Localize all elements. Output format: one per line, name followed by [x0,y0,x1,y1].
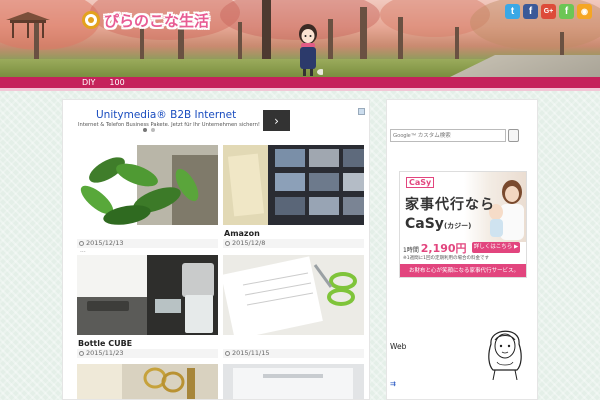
search-input[interactable] [390,129,506,142]
post-thumbnail[interactable] [221,255,364,340]
author-portrait-illustration [488,330,522,380]
casy-note: ※1週間に1回の定期利用の場合の料金です [403,256,489,261]
post-thumbnail[interactable] [223,145,364,225]
gazebo-illustration [6,12,50,38]
rss-icon[interactable]: ◉ [577,4,592,19]
post-title[interactable] [77,229,218,239]
ad-dot[interactable] [151,128,155,132]
twitter-icon[interactable]: t [505,4,520,19]
post-thumbnail[interactable] [223,364,364,400]
search-button[interactable] [508,129,519,142]
post-title[interactable] [223,339,364,349]
casy-headline: 家事代行なら [405,197,495,213]
casy-brand: CaSy(カジー) [405,216,471,232]
casy-brand-name: CaSy [405,216,444,232]
site-logo[interactable]: ぴらのこな生活 [78,8,217,32]
sidebar: CaSy 家事代行なら CaSy(カジー) 1時間 2,190円 詳しくはこちら… [386,99,538,400]
post-date-text: 2015/12/8 [232,239,266,247]
ad-title[interactable]: Unitymedia® B2B Internet [96,109,236,121]
site-header: ぴらのこな生活 t f G+ f ◉ [0,0,600,77]
ad-pagination [143,128,155,132]
social-links: t f G+ f ◉ [505,4,592,19]
site-title: ぴらのこな生活 [104,11,210,30]
nav-item-100[interactable]: 100 [109,78,124,87]
casy-ad-banner[interactable]: CaSy 家事代行なら CaSy(カジー) 1時間 2,190円 詳しくはこちら… [399,171,527,278]
post-card[interactable]: Bottle CUBE 2015/11/23 [77,255,218,358]
post-date: 2015/12/13 [77,239,218,248]
clock-icon [225,241,230,246]
logo-mark-icon [82,11,100,29]
ad-choices-icon[interactable] [358,108,365,115]
post-thumbnail[interactable] [77,364,218,400]
post-date-text: 2015/11/23 [86,349,124,357]
facebook-icon[interactable]: f [523,4,538,19]
ad-description: Internet & Telefon Business Pakete. Jetz… [78,122,260,128]
casy-price-prefix: 1時間 [403,247,419,254]
casy-brand-reading: (カジー) [443,222,472,230]
post-date: 2015/11/23 [77,349,218,358]
casy-details-button[interactable]: 詳しくはこちら ▶ [472,242,520,253]
clock-icon [225,351,230,356]
post-card[interactable]: Amazon 2015/12/8 [223,145,364,248]
nav-item-diy[interactable]: DIY [82,78,95,87]
post-date-text: 2015/11/15 [232,349,270,357]
post-title[interactable]: Bottle CUBE [77,339,218,349]
post-thumbnail[interactable] [77,255,218,335]
post-date: 2015/11/15 [223,349,364,358]
girl-illustration [299,24,323,76]
global-nav: DIY 100 [0,77,600,91]
casy-price: 1時間 2,190円 [403,240,467,256]
ad-dot-active[interactable] [143,128,147,132]
casy-logo: CaSy [406,177,435,188]
more-arrow-link[interactable]: ⇉ [390,380,396,388]
casy-price-value: 2,190円 [420,242,467,255]
feedly-icon[interactable]: f [559,4,574,19]
post-excerpt: ... [80,247,86,254]
post-thumbnail[interactable] [77,145,218,225]
post-date: 2015/12/8 [223,239,364,248]
main-content: Unitymedia® B2B Internet Internet & Tele… [62,99,370,400]
casy-tagline: お財布と心が笑顔になる家事代行サービス。 [400,264,526,277]
clock-icon [79,351,84,356]
clock-icon [79,241,84,246]
google-plus-icon[interactable]: G+ [541,4,556,19]
post-title[interactable]: Amazon [223,229,364,239]
post-card[interactable]: 2015/12/13 ... [77,145,218,254]
post-date-text: 2015/12/13 [86,239,124,247]
post-card[interactable]: 2015/11/15 [221,255,364,358]
web-section-label: Web [390,342,407,351]
ad-next-button[interactable]: › [263,110,290,131]
